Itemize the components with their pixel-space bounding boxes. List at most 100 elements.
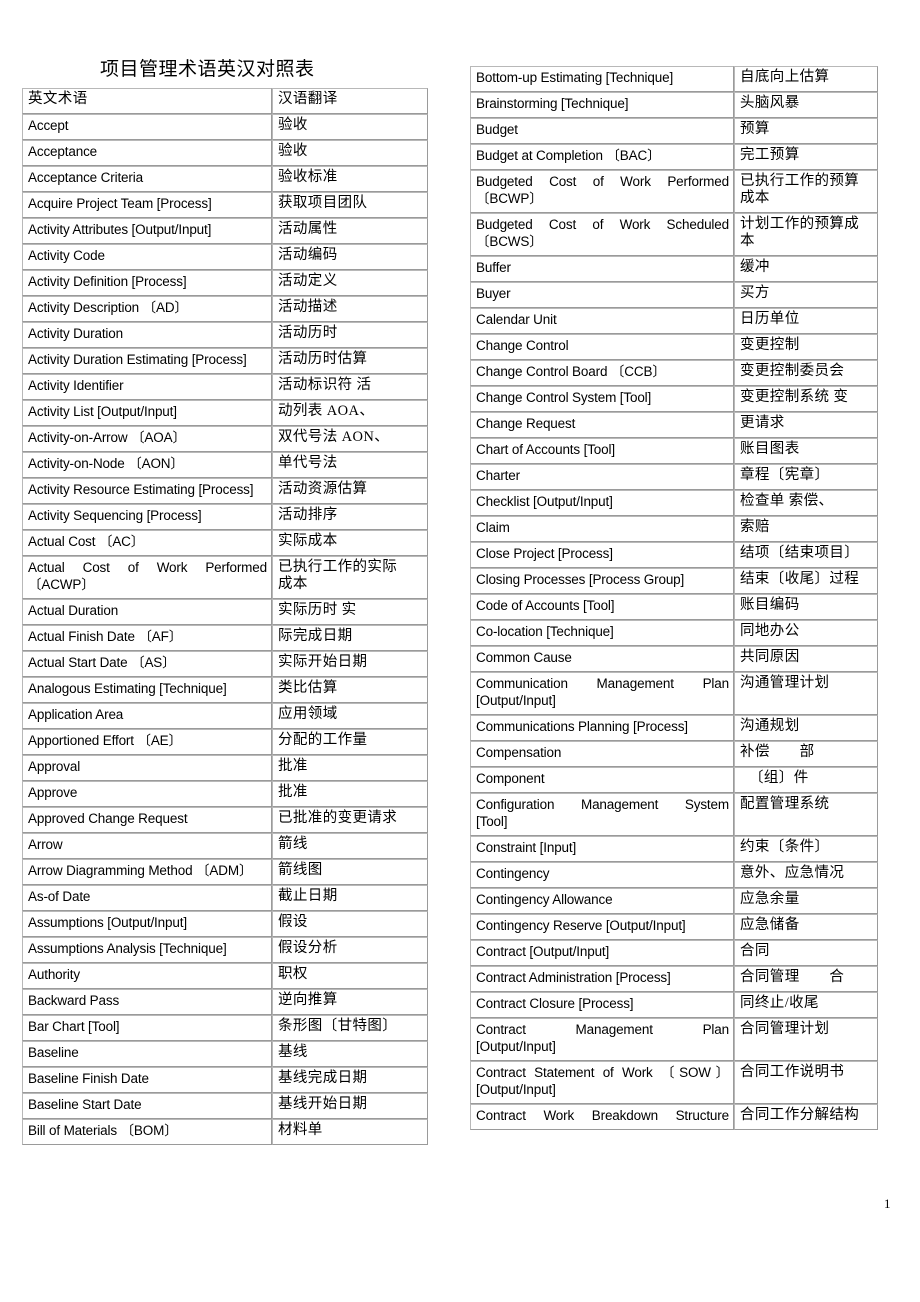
term-chinese: 应用领域 (272, 703, 428, 729)
term-english: Actual Duration (22, 599, 272, 625)
table-row: Contingency Allowance 应急余量 (470, 888, 878, 914)
term-english: Bottom-up Estimating [Technique] (470, 66, 734, 92)
term-chinese: 账目编码 (734, 594, 878, 620)
table-header-row: 英文术语 汉语翻译 (22, 88, 428, 114)
table-row: Assumptions Analysis [Technique] 假设分析 (22, 937, 428, 963)
term-english: Approve (22, 781, 272, 807)
term-english: Activity Duration Estimating [Process] (22, 348, 272, 374)
term-chinese: 合同管理 合 (734, 966, 878, 992)
table-row: Contingency 意外、应急情况 (470, 862, 878, 888)
table-row: Change Control 变更控制 (470, 334, 878, 360)
term-chinese: 逆向推算 (272, 989, 428, 1015)
term-english: Calendar Unit (470, 308, 734, 334)
term-chinese: 际完成日期 (272, 625, 428, 651)
term-chinese: 变更控制 (734, 334, 878, 360)
term-chinese: 验收 (272, 114, 428, 140)
table-row: Contract Work Breakdown Structure 合同工作分解结… (470, 1104, 878, 1130)
term-chinese: 已执行工作的实际 成本 (272, 556, 428, 599)
term-english: Actual Start Date 〔AS〕 (22, 651, 272, 677)
term-english: Buyer (470, 282, 734, 308)
term-chinese: 〔组〕件 (734, 767, 878, 793)
table-row: Change Control System [Tool] 变更控制系统 变 (470, 386, 878, 412)
page-number: 1 (884, 1196, 891, 1211)
table-row: Authority 职权 (22, 963, 428, 989)
table-row: Change Request 更请求 (470, 412, 878, 438)
term-english: Contract Administration [Process] (470, 966, 734, 992)
term-english: Accept (22, 114, 272, 140)
term-chinese: 应急余量 (734, 888, 878, 914)
glossary-table-right: Bottom-up Estimating [Technique] 自底向上估算 Br… (470, 66, 878, 1130)
term-chinese: 活动历时估算 (272, 348, 428, 374)
term-chinese: 箭线图 (272, 859, 428, 885)
table-row: Constraint [Input] 约束〔条件〕 (470, 836, 878, 862)
term-english: Claim (470, 516, 734, 542)
term-chinese: 合同管理计划 (734, 1018, 878, 1061)
term-chinese: 活动定义 (272, 270, 428, 296)
term-english: Communications Planning [Process] (470, 715, 734, 741)
term-english: Application Area (22, 703, 272, 729)
table-row: Activity Code 活动编码 (22, 244, 428, 270)
term-chinese: 缓冲 (734, 256, 878, 282)
term-chinese: 自底向上估算 (734, 66, 878, 92)
table-row: Communications Planning [Process] 沟通规划 (470, 715, 878, 741)
term-chinese: 实际成本 (272, 530, 428, 556)
table-row: Activity Identifier 活动标识符 活 (22, 374, 428, 400)
term-english: Approval (22, 755, 272, 781)
table-row: Acceptance Criteria 验收标准 (22, 166, 428, 192)
term-chinese: 检查单 索偿、 (734, 490, 878, 516)
term-chinese: 计划工作的预算成本 (734, 213, 878, 256)
term-english: Compensation (470, 741, 734, 767)
table-row: Backward Pass 逆向推算 (22, 989, 428, 1015)
term-chinese: 账目图表 (734, 438, 878, 464)
table-row: Activity Description 〔AD〕 活动描述 (22, 296, 428, 322)
term-english: Arrow (22, 833, 272, 859)
table-row: Calendar Unit 日历单位 (470, 308, 878, 334)
term-chinese: 合同 (734, 940, 878, 966)
table-row: Configuration Management System [Tool] 配置管… (470, 793, 878, 836)
term-chinese: 同地办公 (734, 620, 878, 646)
term-chinese: 预算 (734, 118, 878, 144)
table-row: Activity Resource Estimating [Process] 活动… (22, 478, 428, 504)
term-english: Change Control Board 〔CCB〕 (470, 360, 734, 386)
table-row: Baseline 基线 (22, 1041, 428, 1067)
term-english: Contract Work Breakdown Structure (470, 1104, 734, 1130)
term-english: Charter (470, 464, 734, 490)
term-english: Bar Chart [Tool] (22, 1015, 272, 1041)
table-row: Buyer 买方 (470, 282, 878, 308)
term-chinese: 单代号法 (272, 452, 428, 478)
term-english: Component (470, 767, 734, 793)
term-chinese: 基线完成日期 (272, 1067, 428, 1093)
term-english: Contract Statement of Work 〔SOW〕 [Output/… (470, 1061, 734, 1104)
term-chinese: 分配的工作量 (272, 729, 428, 755)
term-chinese: 假设 (272, 911, 428, 937)
term-english: Activity Definition [Process] (22, 270, 272, 296)
term-chinese: 动列表 AOA、 (272, 400, 428, 426)
table-row: Actual Cost 〔AC〕 实际成本 (22, 530, 428, 556)
term-english: Budget at Completion 〔BAC〕 (470, 144, 734, 170)
term-chinese: 职权 (272, 963, 428, 989)
term-english: Close Project [Process] (470, 542, 734, 568)
table-row: Accept 验收 (22, 114, 428, 140)
term-chinese: 变更控制委员会 (734, 360, 878, 386)
term-chinese: 双代号法 AON、 (272, 426, 428, 452)
page-title: 项目管理术语英汉对照表 (100, 59, 315, 80)
term-english: Budget (470, 118, 734, 144)
table-row: Contract [Output/Input] 合同 (470, 940, 878, 966)
term-english: Activity-on-Node 〔AON〕 (22, 452, 272, 478)
term-english: Contract Management Plan [Output/Input] (470, 1018, 734, 1061)
table-row: Co-location [Technique] 同地办公 (470, 620, 878, 646)
term-chinese: 条形图〔甘特图〕 (272, 1015, 428, 1041)
table-row: Arrow Diagramming Method 〔ADM〕 箭线图 (22, 859, 428, 885)
table-row: Application Area 应用领域 (22, 703, 428, 729)
term-english: Configuration Management System [Tool] (470, 793, 734, 836)
table-row: Bill of Materials 〔BOM〕 材料单 (22, 1119, 428, 1145)
table-row: Buffer 缓冲 (470, 256, 878, 282)
term-english: Activity Code (22, 244, 272, 270)
table-row: Arrow 箭线 (22, 833, 428, 859)
table-row: Activity Attributes [Output/Input] 活动属性 (22, 218, 428, 244)
term-chinese: 沟通规划 (734, 715, 878, 741)
term-chinese: 结项〔结束项目〕 (734, 542, 878, 568)
table-row: Activity Sequencing [Process] 活动排序 (22, 504, 428, 530)
term-english: Budgeted Cost of Work Performed 〔BCWP〕 (470, 170, 734, 213)
term-english: Activity Resource Estimating [Process] (22, 478, 272, 504)
